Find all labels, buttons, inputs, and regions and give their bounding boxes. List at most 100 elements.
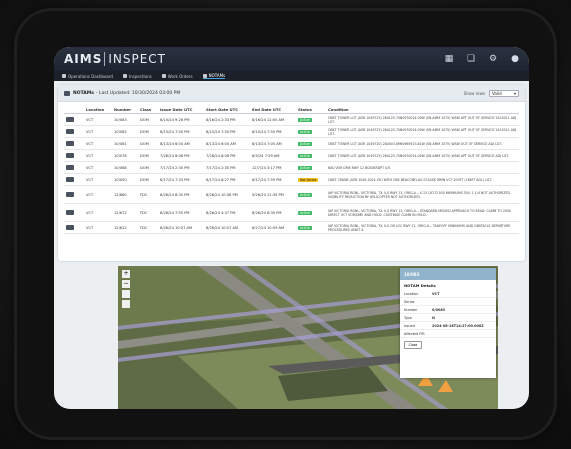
status-filter-select[interactable]: Valid ▾: [489, 89, 519, 97]
nav-item-notams[interactable]: NOTAMs: [202, 73, 226, 79]
cell-issue-date: 8/13/24 6:04 AM: [158, 137, 204, 150]
cell-issue-date: 7/28/24 8:08 PM: [158, 149, 204, 162]
cell-start-date: 8/26/24 10:57 AM: [204, 221, 250, 234]
table-row[interactable]: VCT 10/081 DOM 8/13/24 6:04 AM 8/13/24 6:04 …: [64, 137, 519, 150]
document-icon[interactable]: [66, 164, 74, 170]
card-title: NOTAMs: [73, 90, 94, 96]
status-badge: Active: [298, 165, 312, 170]
panel-field-value: 0/0083: [432, 307, 446, 312]
notams-card: NOTAMs - Last Updated: 10/30/2024 03:00 …: [58, 85, 525, 261]
cell-class: FDC: [138, 203, 158, 222]
nav-label: Work Orders: [167, 73, 193, 79]
nav-item-operations-dashboard[interactable]: Operations Dashboard: [62, 74, 113, 79]
panel-field-row: Affected FIR: [400, 330, 496, 338]
header-end-date[interactable]: End Date UTC: [250, 105, 296, 114]
cell-start-date: 8/26/24 10:38 PM: [204, 185, 250, 204]
notams-table: Location Number Class Issue Date UTC Sta…: [64, 105, 519, 234]
cell-end-date: 8/16/24 12:00 AM: [250, 113, 296, 126]
status-badge: Active: [298, 153, 312, 158]
user-icon[interactable]: ●: [509, 54, 521, 64]
table-row[interactable]: VCT 12/680 FDC 8/26/24 8:35 PM 8/26/24 10:38…: [64, 185, 519, 204]
clipboard-icon: [122, 74, 127, 78]
header-location[interactable]: Location: [84, 105, 112, 114]
panel-fields: Location VCT Series Number 0/0083 Type N Issued…: [400, 290, 496, 338]
filter-label: Show rows: [463, 90, 485, 96]
close-button[interactable]: Close: [404, 341, 422, 349]
document-icon[interactable]: [66, 209, 74, 215]
grid-icon[interactable]: ▦: [443, 54, 455, 64]
table-row[interactable]: VCT 10/082 DOM 8/15/24 7:50 PM 8/15/24 7:50 …: [64, 125, 519, 138]
cell-condition: OBST TOWER LGT (ASR 1049720) 284003.89N0…: [326, 137, 519, 150]
cell-start-date: 6/17/24 8:27 PM: [204, 173, 250, 186]
row-detail-button[interactable]: [64, 113, 84, 126]
document-icon[interactable]: [66, 140, 74, 146]
document-icon[interactable]: [66, 224, 74, 230]
header-class[interactable]: Class: [138, 105, 158, 114]
document-icon[interactable]: [66, 191, 74, 197]
table-row[interactable]: VCT 10/078 DOM 7/28/24 8:08 PM 7/28/24 8:08 …: [64, 149, 519, 162]
panel-field-row: Location VCT: [400, 290, 496, 298]
panel-header: 10/083: [400, 268, 496, 280]
zoom-in-button[interactable]: +: [122, 270, 130, 278]
cell-start-date: 8/16/24 2:33 PM: [204, 113, 250, 126]
nav-label: NOTAMs: [208, 73, 226, 78]
cell-start-date: 7/17/24 2:35 PM: [204, 161, 250, 174]
cell-class: DOM: [138, 137, 158, 150]
row-detail-button[interactable]: [64, 203, 84, 222]
row-detail-button[interactable]: [64, 221, 84, 234]
cell-issue-date: 8/15/24 7:50 PM: [158, 125, 204, 138]
top-bar: AIMS INSPECT ▦ ❏ ⚙ ●: [54, 47, 529, 71]
notam-details-panel: 10/083 NOTAM Details Location VCT Series Nu…: [400, 268, 496, 378]
row-detail-button[interactable]: [64, 185, 84, 204]
document-icon[interactable]: [66, 176, 74, 182]
cell-location: VCT: [84, 221, 112, 234]
panel-section-title: NOTAM Details: [404, 283, 436, 288]
header-start-date[interactable]: Start Date UTC: [204, 105, 250, 114]
cell-end-date: 6/17/24 7:59 PM: [250, 173, 296, 186]
cell-end-date: 8/5/24 7:59 AM: [250, 149, 296, 162]
nav-bar: Operations Dashboard Inspections Work Or…: [54, 71, 529, 81]
header-condition[interactable]: Condition: [326, 105, 519, 114]
row-detail-button[interactable]: [64, 161, 84, 174]
filter-wrap: Show rows Valid ▾: [463, 89, 519, 97]
cell-issue-date: 8/26/24 8:35 PM: [158, 185, 204, 204]
cell-status: Active: [296, 137, 326, 150]
table-row[interactable]: VCT 12/672 FDC 8/26/24 7:55 PM 8/26/24 4:37 …: [64, 203, 519, 222]
nav-item-inspections[interactable]: Inspections: [122, 74, 152, 79]
document-icon[interactable]: [66, 128, 74, 134]
table-row[interactable]: VCT 10/083 DOM 8/15/24 9:28 PM 8/16/24 2:33 …: [64, 113, 519, 126]
map-view[interactable]: + − 10/083 NOTAM Details Location VCT Seri…: [118, 266, 498, 409]
header-status[interactable]: Status: [296, 105, 326, 114]
status-badge: Active: [298, 225, 312, 230]
zoom-out-button[interactable]: −: [122, 280, 130, 288]
cell-status: Not Active: [296, 173, 326, 186]
header-issue-date[interactable]: Issue Date UTC: [158, 105, 204, 114]
row-detail-button[interactable]: [64, 125, 84, 138]
notam-icon: [64, 90, 70, 96]
document-icon[interactable]: [66, 116, 74, 122]
cell-class: DOM: [138, 125, 158, 138]
row-detail-button[interactable]: [64, 149, 84, 162]
table-row[interactable]: VCT 12/622 FDC 8/26/24 10:57 AM 8/26/24 10:5…: [64, 221, 519, 234]
nav-item-work-orders[interactable]: Work Orders: [161, 73, 193, 79]
cell-number: 10/082: [112, 125, 138, 138]
panel-field-label: Number: [404, 307, 418, 312]
wrench-icon: [161, 74, 166, 78]
row-detail-button[interactable]: [64, 173, 84, 186]
row-detail-button[interactable]: [64, 137, 84, 150]
header-action: [64, 105, 84, 114]
gear-icon[interactable]: ⚙: [487, 54, 499, 64]
document-icon[interactable]: [66, 152, 74, 158]
cell-status: Active: [296, 221, 326, 234]
app-logo: AIMS INSPECT: [64, 52, 167, 66]
table-row[interactable]: VCT 10/050 DOM 6/17/24 7:33 PM 6/17/24 8:27 …: [64, 173, 519, 186]
cell-class: DOM: [138, 173, 158, 186]
layers-icon[interactable]: [122, 290, 130, 298]
measure-icon[interactable]: [122, 300, 130, 308]
status-badge: Active: [298, 210, 312, 215]
header-number[interactable]: Number: [112, 105, 138, 114]
paint-icon[interactable]: ❏: [465, 54, 477, 64]
cell-status: Active: [296, 149, 326, 162]
table-row[interactable]: VCT 10/068 DOM 7/17/24 2:35 PM 7/17/24 2:35 …: [64, 161, 519, 174]
cell-end-date: 8/26/24 6:35 PM: [250, 203, 296, 222]
